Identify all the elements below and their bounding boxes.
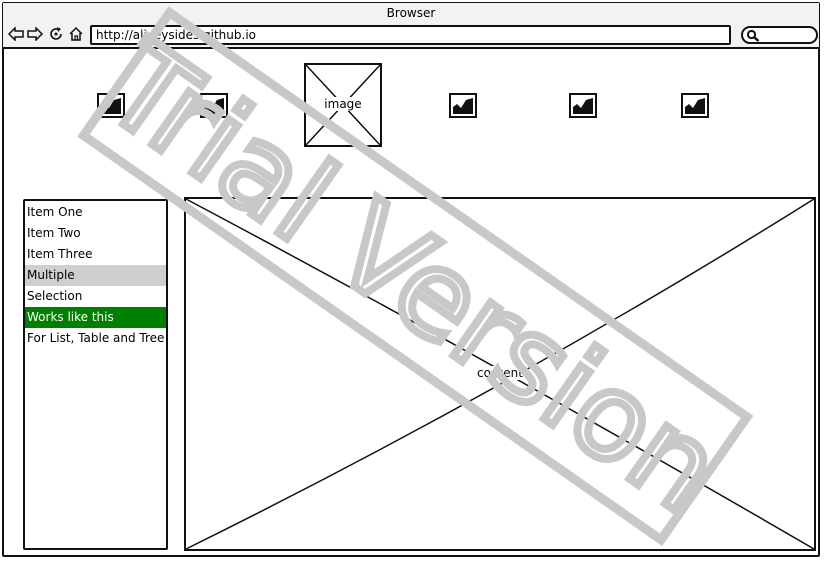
url-input[interactable]: http://aliyeysides.github.io <box>90 25 731 45</box>
hero-image-label: image <box>323 97 363 111</box>
window-title: Browser <box>386 6 436 20</box>
image-thumbnail-4 <box>569 93 597 118</box>
image-thumbnail-5 <box>681 93 709 118</box>
back-arrow-icon[interactable] <box>7 25 25 43</box>
reload-icon[interactable] <box>47 25 65 43</box>
image-thumbnail-2 <box>200 93 228 118</box>
content-label: content <box>474 366 526 380</box>
forward-arrow-icon[interactable] <box>26 25 44 43</box>
search-icon <box>746 29 760 42</box>
list-item-highlighted[interactable]: Works like this <box>25 307 166 328</box>
list-item[interactable]: Selection <box>25 286 166 307</box>
item-list[interactable]: Item One Item Two Item Three Multiple Se… <box>23 199 168 550</box>
image-thumbnail-3 <box>449 93 477 118</box>
image-thumbnail-1 <box>97 93 125 118</box>
list-item[interactable]: Item Three <box>25 244 166 265</box>
home-icon[interactable] <box>67 25 85 43</box>
list-item-selected[interactable]: Multiple <box>25 265 166 286</box>
list-item[interactable]: Item One <box>25 202 166 223</box>
list-item[interactable]: For List, Table and Tree <box>25 328 166 349</box>
list-item[interactable]: Item Two <box>25 223 166 244</box>
search-input[interactable] <box>741 26 818 44</box>
